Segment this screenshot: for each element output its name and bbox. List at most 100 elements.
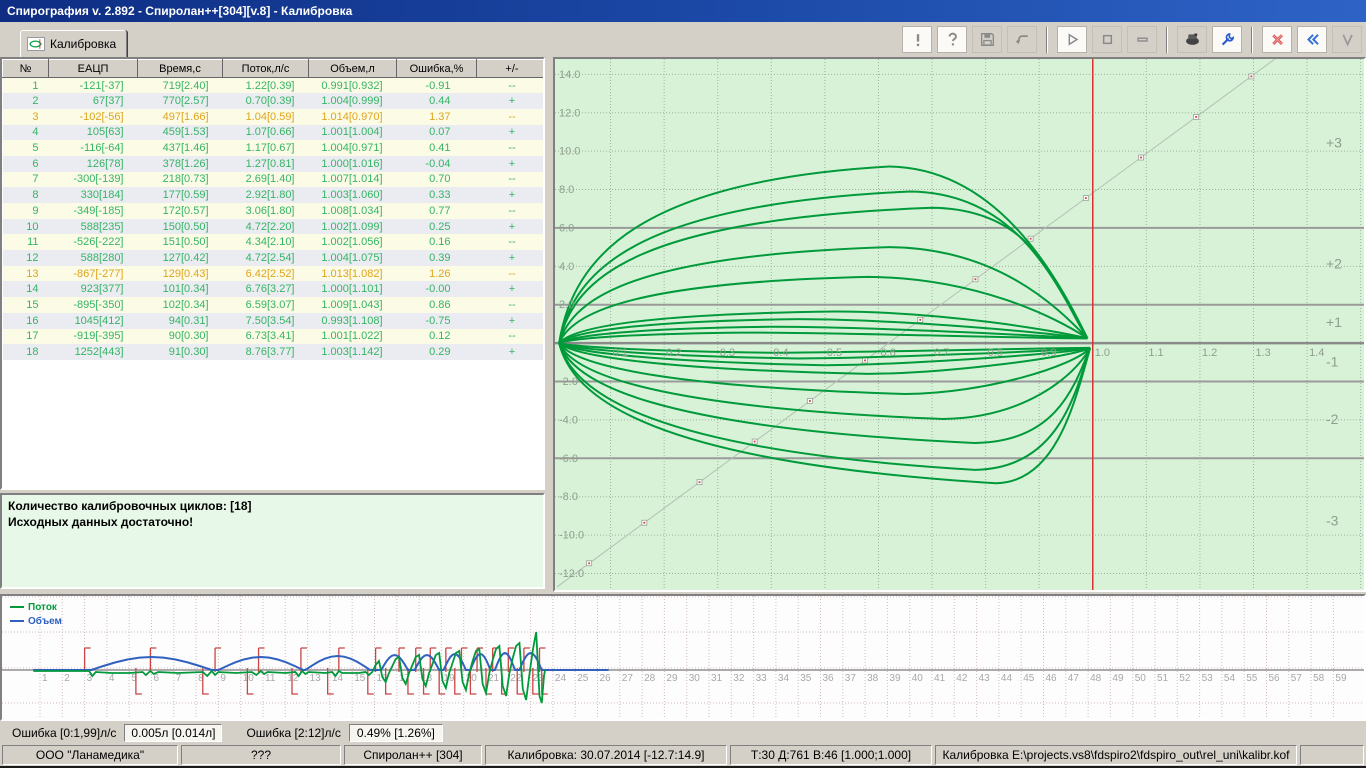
table-row[interactable]: 4 105[63] 459[1.53] 1.07[0.66] 1.001[1.004] 0… [2, 124, 543, 141]
svg-text:37: 37 [845, 673, 857, 684]
svg-text:-10.0: -10.0 [559, 530, 584, 542]
svg-text:-6.0: -6.0 [559, 453, 578, 465]
window-titlebar[interactable]: Спирография v. 2.892 - Спиролан++[304][v… [0, 0, 1366, 22]
column-header-6[interactable]: +/- [476, 59, 543, 78]
svg-text:52: 52 [1179, 673, 1191, 684]
table-row[interactable]: 16 1045[412] 94[0.31] 7.50[3.54] 0.993[1.108… [2, 312, 543, 329]
svg-text:24: 24 [555, 673, 567, 684]
abort-button[interactable] [902, 26, 932, 53]
table-row[interactable]: 3 -102[-56] 497[1.66] 1.04[0.59] 1.014[0.970… [2, 108, 543, 125]
svg-text:12.0: 12.0 [559, 107, 580, 119]
svg-text:-4.0: -4.0 [559, 414, 578, 426]
svg-text:1.4: 1.4 [1309, 347, 1324, 359]
info-line-sufficient: Исходных данных достаточно! [8, 515, 194, 529]
table-row[interactable]: 15 -895[-350] 102[0.34] 6.59[3.07] 1.009[1.0… [2, 297, 543, 313]
svg-text:13: 13 [310, 673, 322, 684]
column-header-3[interactable]: Поток,л/с [222, 59, 309, 78]
svg-text:2.0: 2.0 [559, 299, 574, 311]
back-button[interactable] [1297, 26, 1327, 53]
table-row[interactable]: 2 67[37] 770[2.57] 0.70[0.39] 1.004[0.999] 0.… [2, 93, 543, 109]
svg-text:51: 51 [1157, 673, 1169, 684]
table-row[interactable]: 7 -300[-139] 218[0.73] 2.69[1.40] 1.007[1.01… [2, 171, 543, 188]
save-icon [980, 32, 994, 47]
volume-legend-dash [10, 620, 24, 622]
main-area: № ЕАЦП Время,с Поток,л/с Объем,л Ошибка,% +/- 1… [0, 57, 1366, 592]
svg-text:55: 55 [1246, 673, 1258, 684]
signals-legend: Поток Объем [10, 600, 62, 628]
toolbar-separator [1251, 26, 1253, 53]
svg-text:50: 50 [1135, 673, 1147, 684]
svg-text:0.7: 0.7 [934, 347, 949, 359]
svg-text:2: 2 [64, 673, 70, 684]
svg-text:56: 56 [1269, 673, 1281, 684]
svg-text:46: 46 [1046, 673, 1058, 684]
column-header-2[interactable]: Время,с [137, 59, 223, 78]
table-row[interactable]: 6 126[78] 378[1.26] 1.27[0.81] 1.000[1.016] -… [2, 155, 543, 172]
print-button[interactable] [1177, 26, 1207, 53]
svg-text:0.6: 0.6 [880, 347, 895, 359]
svg-text:29: 29 [666, 673, 678, 684]
svg-text:0.1: 0.1 [613, 347, 628, 359]
settings-button[interactable] [1212, 26, 1242, 53]
delete-button[interactable] [1262, 26, 1292, 53]
table-row[interactable]: 9 -349[-185] 172[0.57] 3.06[1.80] 1.008[1.03… [2, 203, 543, 219]
start-button[interactable] [1057, 26, 1087, 53]
stop-icon [1102, 34, 1112, 45]
svg-text:33: 33 [756, 673, 768, 684]
table-row[interactable]: 13 -867[-277] 129[0.43] 6.42[2.52] 1.013[1.0… [2, 265, 543, 282]
status-panel-calibration-file: Калибровка E:\projects.vs8\fdspiro2\fdsp… [935, 745, 1297, 765]
table-row[interactable]: 11 -526[-222] 151[0.50] 4.34[2.10] 1.002[1.0… [2, 234, 543, 251]
status-panel-device: Спиролан++ [304] [344, 745, 482, 765]
wrench-icon [1221, 33, 1234, 46]
svg-text:9: 9 [220, 673, 226, 684]
error-low-range-label: Ошибка [0:1,99]л/с [12, 725, 117, 740]
accept-button[interactable] [1332, 26, 1362, 53]
svg-text:36: 36 [823, 673, 835, 684]
table-row[interactable]: 1 -121[-37] 719[2.40] 1.22[0.39] 0.991[0.932… [2, 77, 543, 94]
status-panel-spare [1300, 745, 1364, 765]
svg-text:53: 53 [1202, 673, 1214, 684]
pause-button[interactable] [1127, 26, 1157, 53]
svg-text:38: 38 [867, 673, 879, 684]
status-panel-patient: ??? [181, 745, 341, 765]
svg-text:1: 1 [42, 673, 48, 684]
svg-text:44: 44 [1001, 673, 1013, 684]
svg-text:41: 41 [934, 673, 946, 684]
svg-text:0.5: 0.5 [827, 347, 842, 359]
error-high-range-label: Ошибка [2:12]л/с [246, 725, 341, 740]
save-button[interactable] [972, 26, 1002, 53]
svg-text:8.0: 8.0 [559, 184, 574, 196]
minus-icon [1136, 37, 1148, 42]
table-row[interactable]: 12 588[280] 127[0.42] 4.72[2.54] 1.004[1.075… [2, 250, 543, 266]
svg-text:45: 45 [1023, 673, 1035, 684]
question-icon [948, 32, 957, 46]
svg-text:1.3: 1.3 [1255, 347, 1270, 359]
svg-text:59: 59 [1335, 673, 1347, 684]
svg-text:47: 47 [1068, 673, 1080, 684]
table-row[interactable]: 5 -116[-64] 437[1.46] 1.17[0.67] 1.004[0.971… [2, 140, 543, 156]
svg-text:4: 4 [109, 673, 115, 684]
table-row[interactable]: 17 -919[-395] 90[0.30] 6.73[3.41] 1.001[1.02… [2, 328, 543, 345]
svg-text:49: 49 [1112, 673, 1124, 684]
svg-text:27: 27 [622, 673, 634, 684]
calibration-signals-chart[interactable]: Поток Объем 1 2 3 4 5 6 7 8 9 10 11 12 13 14 15 16 17 18 1… [0, 594, 1366, 721]
query-button[interactable] [937, 26, 967, 53]
column-header-1[interactable]: ЕАЦП [48, 59, 138, 78]
stop-button[interactable] [1092, 26, 1122, 53]
table-row[interactable]: 14 923[377] 101[0.34] 6.76[3.27] 1.000[1.101… [2, 281, 543, 298]
svg-text:15: 15 [354, 673, 366, 684]
svg-text:-3: -3 [1326, 513, 1339, 529]
toolbar-separator [1166, 26, 1168, 53]
tab-calibration[interactable]: Калибровка [20, 30, 128, 57]
vertical-splitter[interactable] [545, 57, 553, 592]
table-row[interactable]: 8 330[184] 177[0.59] 2.92[1.80] 1.003[1.060]… [2, 187, 543, 203]
undo-button[interactable] [1007, 26, 1037, 53]
svg-text:1.0: 1.0 [1095, 347, 1110, 359]
table-row[interactable]: 18 1252[443] 91[0.30] 8.76[3.77] 1.003[1.142… [2, 344, 543, 360]
svg-text:-2: -2 [1326, 411, 1339, 427]
column-header-4[interactable]: Объем,л [308, 59, 397, 78]
calibration-loops-chart[interactable]: 14.0 12.0 10.0 8.0 6.0 4.0 2.0 -2.0 -4.0 -6.0 -8.0… [553, 57, 1366, 592]
table-row[interactable]: 10 588[235] 150[0.50] 4.72[2.20] 1.002[1.099… [2, 218, 543, 235]
column-header-0[interactable]: № [2, 59, 49, 78]
column-header-5[interactable]: Ошибка,% [396, 59, 477, 78]
